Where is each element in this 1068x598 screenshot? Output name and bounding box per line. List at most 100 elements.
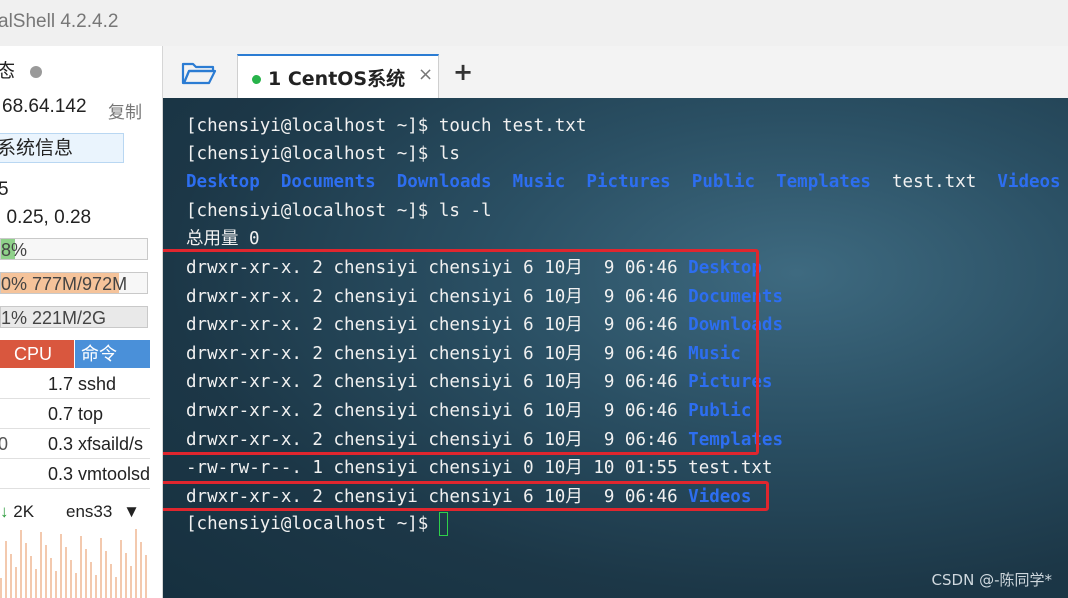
prompt: [chensiyi@localhost ~]$	[186, 144, 429, 164]
copy-ip-button[interactable]: 复制	[108, 98, 142, 123]
swap-meter-text: 1% 221M/2G	[1, 308, 107, 328]
network-graph-bar	[125, 553, 127, 598]
terminal-line: [chensiyi@localhost ~]$ ls	[186, 140, 460, 168]
command-text: ls	[428, 144, 460, 164]
network-graph-bar	[115, 577, 117, 598]
terminal-line: [chensiyi@localhost ~]$ touch test.txt	[186, 112, 586, 140]
ls-item: Pictures	[586, 172, 671, 192]
interface-name: ens33	[66, 502, 113, 521]
chevron-down-icon: ▼	[123, 502, 140, 521]
network-graph-bar	[130, 566, 132, 598]
cpu-meter-text: 8%	[1, 240, 28, 260]
ls-item: test.txt	[892, 172, 977, 192]
process-command: sshd	[78, 374, 117, 394]
network-graph-bar	[20, 530, 22, 598]
network-graph-bar	[140, 542, 142, 598]
memory-meter-text: 0% 777M/972M	[1, 274, 128, 294]
prompt: [chensiyi@localhost ~]$	[186, 514, 429, 534]
network-graph-bar	[30, 556, 32, 598]
process-command: top	[78, 404, 104, 424]
cpu-column-header[interactable]: CPU	[0, 340, 74, 368]
network-graph-bar	[5, 541, 7, 598]
close-icon[interactable]: ×	[418, 64, 433, 85]
highlight-box-directories	[163, 249, 759, 455]
network-graph-bar	[80, 536, 82, 598]
network-graph-bar	[75, 573, 77, 598]
network-graph-bar	[25, 543, 27, 598]
process-cpu: 0.7	[47, 404, 73, 424]
arrow-down-icon: ↓	[0, 502, 9, 521]
host-ip: 68.64.142	[2, 96, 87, 117]
process-cpu: 1.7	[47, 374, 73, 394]
prompt: [chensiyi@localhost ~]$	[186, 116, 429, 136]
listing-row: -rw-rw-r--. 1 chensiyi chensiyi 0 10月 10…	[186, 454, 772, 482]
listing-meta: -rw-rw-r--. 1 chensiyi chensiyi 0 10月 10…	[186, 458, 689, 479]
ls-item: Desktop	[186, 172, 260, 192]
download-rate: 2K	[13, 502, 35, 521]
status-dot-icon	[30, 65, 43, 78]
connection-status: 态	[0, 56, 43, 83]
network-graph-bar	[95, 575, 97, 598]
listing-name: test.txt	[688, 458, 773, 479]
network-graph-bar	[110, 564, 112, 598]
process-pid: 0	[0, 430, 8, 458]
interface-select[interactable]: ens33 ▼	[66, 502, 140, 522]
process-row[interactable]: 0.7 top	[0, 400, 150, 429]
network-graph-bar	[10, 554, 12, 598]
terminal[interactable]: [chensiyi@localhost ~]$ touch test.txt […	[163, 98, 1068, 598]
command-text: touch test.txt	[428, 116, 587, 136]
network-row: ↓ 2K ens33 ▼	[0, 502, 160, 522]
ls-item: Documents	[280, 172, 376, 192]
process-table-header: CPU 命令	[0, 340, 150, 368]
status-label: 态	[0, 61, 15, 82]
network-graph-bar	[85, 549, 87, 598]
network-graph-bar	[35, 569, 37, 598]
cpu-meter: 8%	[0, 238, 148, 260]
folder-open-icon[interactable]	[181, 60, 217, 86]
cursor	[438, 512, 448, 536]
terminal-line: [chensiyi@localhost ~]$ ls -l	[186, 197, 492, 225]
process-command: vmtoolsd	[78, 464, 150, 484]
command-column-header[interactable]: 命令	[75, 340, 150, 368]
network-graph-bar	[55, 571, 57, 598]
ls-item: Videos	[997, 172, 1061, 192]
process-row[interactable]: 1.7 sshd	[0, 370, 150, 399]
prompt: [chensiyi@localhost ~]$	[186, 201, 429, 221]
command-text: ls -l	[428, 201, 492, 221]
ls-item: Templates	[776, 172, 871, 192]
connected-dot-icon	[252, 75, 261, 84]
window-title: alShell 4.2.4.2	[0, 11, 119, 32]
swap-meter: 1% 221M/2G	[0, 306, 148, 328]
network-graph-bar	[40, 532, 42, 598]
tab-centos[interactable]: 1 CentOS系统 ×	[237, 54, 439, 98]
process-row[interactable]: 0 0.3 xfsaild/s	[0, 430, 150, 459]
network-graph-bar	[135, 529, 137, 598]
network-graph-bar	[100, 538, 102, 598]
add-tab-button[interactable]: +	[453, 58, 473, 86]
network-graph	[0, 529, 147, 598]
side-panel: 态 68.64.142 复制 系统信息 5 , 0.25, 0.28 8% 0%…	[0, 46, 163, 598]
process-cpu: 0.3	[47, 434, 73, 454]
network-graph-bar	[45, 545, 47, 598]
ls-item: Public	[691, 172, 756, 192]
network-graph-bar	[65, 547, 67, 598]
network-graph-bar	[60, 534, 62, 598]
process-row[interactable]: 0.3 vmtoolsd	[0, 460, 150, 489]
memory-meter: 0% 777M/972M	[0, 272, 148, 294]
tab-label: 1 CentOS系统	[268, 68, 406, 90]
network-graph-bar	[70, 560, 72, 598]
network-graph-bar	[90, 562, 92, 598]
uptime-value: 5	[0, 179, 9, 201]
highlight-box-videos	[163, 481, 769, 511]
load-average: , 0.25, 0.28	[0, 207, 92, 228]
ls-item: Music	[512, 172, 566, 192]
network-graph-bar	[145, 555, 147, 598]
ls-item: Downloads	[396, 172, 492, 192]
terminal-line: [chensiyi@localhost ~]$	[186, 510, 448, 538]
system-info-button[interactable]: 系统信息	[0, 133, 124, 163]
network-graph-bar	[50, 558, 52, 598]
network-graph-bar	[0, 578, 2, 598]
network-graph-bar	[15, 567, 17, 598]
process-cpu: 0.3	[47, 464, 73, 484]
network-graph-bar	[120, 540, 122, 598]
